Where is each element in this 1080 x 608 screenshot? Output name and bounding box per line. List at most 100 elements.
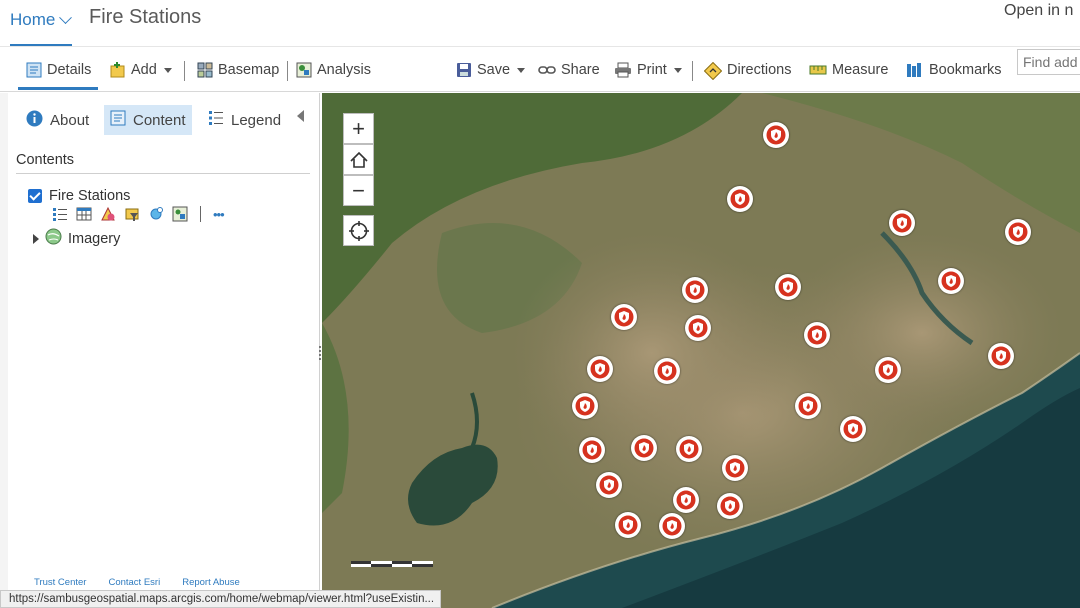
change-style-icon[interactable] [100, 206, 116, 222]
share-label: Share [561, 62, 600, 78]
fire-station-marker[interactable] [722, 455, 748, 481]
layer-visibility-checkbox[interactable] [28, 189, 42, 203]
fire-station-marker[interactable] [875, 357, 901, 383]
fire-shield-icon [618, 515, 638, 535]
bookmarks-icon [906, 62, 924, 78]
bookmarks-label: Bookmarks [929, 62, 1002, 78]
fire-station-marker[interactable] [682, 277, 708, 303]
trust-center-link[interactable]: Trust Center [34, 577, 86, 588]
analysis-icon [296, 62, 312, 78]
layer-name[interactable]: Imagery [68, 231, 120, 247]
fire-station-marker[interactable] [572, 393, 598, 419]
details-button[interactable]: Details [26, 57, 91, 83]
fire-station-marker[interactable] [763, 122, 789, 148]
layer-fire-stations[interactable]: Fire Stations [28, 188, 130, 204]
layer-imagery[interactable]: Imagery [33, 228, 120, 249]
fire-station-marker[interactable] [795, 393, 821, 419]
print-button[interactable]: Print [614, 57, 682, 83]
basemap-button[interactable]: Basemap [197, 57, 279, 83]
top-header: Home Fire Stations Open in n [0, 0, 1080, 47]
analysis-button[interactable]: Analysis [296, 57, 371, 83]
show-legend-icon[interactable] [52, 206, 68, 222]
attribute-table-icon[interactable] [76, 206, 92, 222]
expand-icon[interactable] [33, 233, 39, 244]
fire-shield-icon [878, 360, 898, 380]
filter-icon[interactable] [124, 206, 140, 222]
fire-station-marker[interactable] [775, 274, 801, 300]
basemap-icon [197, 62, 213, 78]
map-view[interactable]: + − [322, 93, 1080, 608]
toolbar-divider [184, 61, 185, 81]
fire-shield-icon [575, 396, 595, 416]
fire-station-marker[interactable] [659, 513, 685, 539]
fire-station-marker[interactable] [615, 512, 641, 538]
fire-station-marker[interactable] [717, 493, 743, 519]
fire-station-marker[interactable] [676, 436, 702, 462]
zoom-out-button[interactable]: − [343, 175, 374, 206]
tab-content[interactable]: Content [104, 105, 192, 135]
save-button[interactable]: Save [456, 57, 526, 83]
collapse-panel-icon[interactable] [297, 110, 304, 122]
tab-about[interactable]: About [20, 105, 95, 135]
fire-station-marker[interactable] [579, 437, 605, 463]
footer-links: Trust Center Contact Esri Report Abuse [34, 577, 240, 588]
fire-shield-icon [766, 125, 786, 145]
fire-station-marker[interactable] [596, 472, 622, 498]
details-icon [26, 62, 42, 78]
measure-ruler-icon [809, 62, 827, 78]
status-bar-url: https://sambusgeospatial.maps.arcgis.com… [0, 590, 442, 608]
directions-label: Directions [727, 62, 792, 78]
fire-station-marker[interactable] [587, 356, 613, 382]
bookmarks-button[interactable]: Bookmarks [906, 57, 1002, 83]
tab-legend[interactable]: Legend [202, 105, 287, 135]
home-extent-button[interactable] [343, 144, 374, 175]
directions-button[interactable]: Directions [703, 57, 792, 83]
toolbar: Details Add Basemap Analysis Save Share [0, 46, 1080, 92]
more-options-icon[interactable]: ••• [213, 207, 225, 222]
fire-station-marker[interactable] [631, 435, 657, 461]
fire-shield-icon [941, 271, 961, 291]
details-label: Details [47, 62, 92, 78]
details-active-indicator [18, 87, 98, 90]
zoom-in-button[interactable]: + [343, 113, 374, 144]
fire-station-marker[interactable] [654, 358, 680, 384]
show-labels-icon[interactable] [172, 206, 188, 222]
fire-station-marker[interactable] [611, 304, 637, 330]
satellite-imagery [322, 93, 1080, 608]
add-button[interactable]: Add [110, 57, 172, 83]
home-label[interactable]: Home [10, 10, 55, 30]
fire-station-marker[interactable] [685, 315, 711, 341]
fire-station-marker[interactable] [889, 210, 915, 236]
fire-shield-icon [730, 189, 750, 209]
fire-shield-icon [807, 325, 827, 345]
caret-down-icon [673, 67, 682, 73]
fire-station-marker[interactable] [673, 487, 699, 513]
contact-esri-link[interactable]: Contact Esri [108, 577, 160, 588]
fire-station-marker[interactable] [938, 268, 964, 294]
fire-station-marker[interactable] [840, 416, 866, 442]
home-menu[interactable]: Home [10, 10, 73, 30]
locate-button[interactable] [343, 215, 374, 246]
measure-button[interactable]: Measure [809, 57, 888, 83]
open-in-link[interactable]: Open in n [1004, 2, 1073, 20]
window-edge [0, 93, 8, 608]
perform-analysis-icon[interactable] [148, 206, 164, 222]
fire-shield-icon [582, 440, 602, 460]
measure-label: Measure [832, 62, 889, 78]
fire-station-marker[interactable] [727, 186, 753, 212]
legend-list-icon [208, 110, 224, 130]
tab-content-label: Content [133, 111, 186, 129]
printer-icon [614, 62, 632, 78]
add-layer-icon [110, 62, 126, 78]
save-icon [456, 62, 472, 78]
report-abuse-link[interactable]: Report Abuse [182, 577, 240, 588]
fire-station-marker[interactable] [804, 322, 830, 348]
share-link-icon [538, 62, 556, 78]
fire-station-marker[interactable] [1005, 219, 1031, 245]
find-address-input[interactable] [1017, 49, 1080, 75]
locate-crosshair-icon [348, 220, 369, 241]
fire-station-marker[interactable] [988, 343, 1014, 369]
chevron-down-icon[interactable] [59, 10, 73, 24]
layer-name[interactable]: Fire Stations [49, 188, 130, 204]
share-button[interactable]: Share [538, 57, 600, 83]
